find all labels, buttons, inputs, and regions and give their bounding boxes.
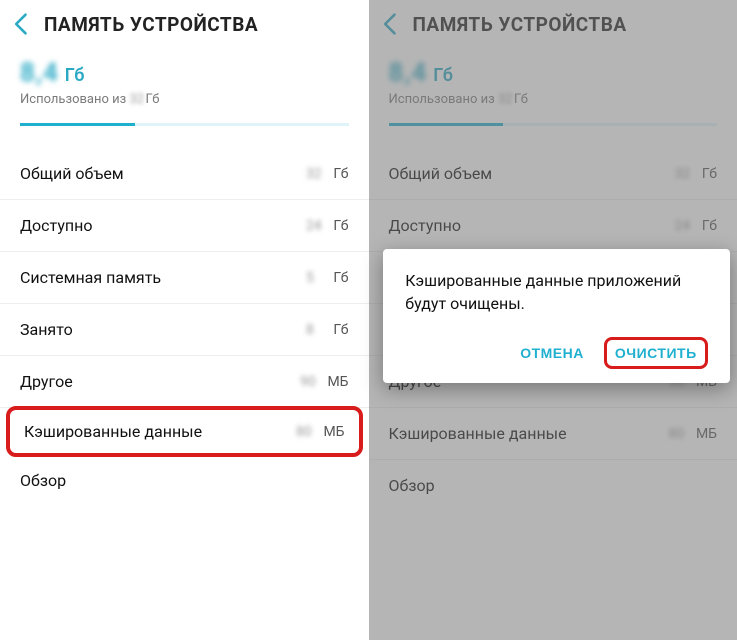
usage-summary: 8,4 Гб Использовано из 32Гб	[0, 44, 369, 113]
page-title: ПАМЯТЬ УСТРОЙСТВА	[44, 13, 258, 36]
cancel-button[interactable]: ОТМЕНА	[510, 337, 594, 369]
row-overview[interactable]: Обзор	[369, 460, 737, 511]
row-total[interactable]: Общий объем 32 Гб	[369, 148, 737, 200]
row-total[interactable]: Общий объем 32 Гб	[0, 148, 369, 200]
row-other[interactable]: Другое 90 МБ	[0, 356, 369, 408]
usage-progress	[20, 123, 349, 126]
screen-left: ПАМЯТЬ УСТРОЙСТВА 8,4 Гб Использовано из…	[0, 0, 369, 640]
usage-subtext: Использовано из 32Гб	[20, 92, 349, 107]
back-icon[interactable]	[8, 10, 36, 38]
dialog-message: Кэшированные данные приложений будут очи…	[405, 269, 707, 315]
row-available[interactable]: Доступно 24 Гб	[0, 200, 369, 252]
usage-value: 8,4	[389, 58, 428, 88]
back-icon[interactable]	[377, 10, 405, 38]
usage-unit: Гб	[65, 65, 85, 86]
usage-unit: Гб	[433, 65, 453, 86]
row-cached[interactable]: Кэшированные данные 80 МБ	[369, 408, 737, 460]
usage-subtext: Использовано из 32Гб	[389, 92, 718, 107]
row-cached[interactable]: Кэшированные данные 80 МБ	[6, 406, 363, 457]
usage-progress-fill	[389, 123, 504, 126]
usage-progress-fill	[20, 123, 135, 126]
dialog-actions: ОТМЕНА ОЧИСТИТЬ	[405, 337, 707, 369]
header: ПАМЯТЬ УСТРОЙСТВА	[369, 0, 737, 44]
row-available[interactable]: Доступно 24 Гб	[369, 200, 737, 252]
header: ПАМЯТЬ УСТРОЙСТВА	[0, 0, 369, 44]
confirm-button[interactable]: ОЧИСТИТЬ	[604, 337, 708, 369]
row-system[interactable]: Системная память 5 Гб	[0, 252, 369, 304]
page-title: ПАМЯТЬ УСТРОЙСТВА	[413, 13, 627, 36]
row-used[interactable]: Занято 8 Гб	[0, 304, 369, 356]
usage-value: 8,4	[20, 58, 59, 88]
usage-progress	[389, 123, 718, 126]
usage-summary: 8,4 Гб Использовано из 32Гб	[369, 44, 737, 113]
row-overview[interactable]: Обзор	[0, 455, 369, 506]
clear-cache-dialog: Кэшированные данные приложений будут очи…	[383, 249, 729, 383]
screen-right: ПАМЯТЬ УСТРОЙСТВА 8,4 Гб Использовано из…	[369, 0, 737, 640]
